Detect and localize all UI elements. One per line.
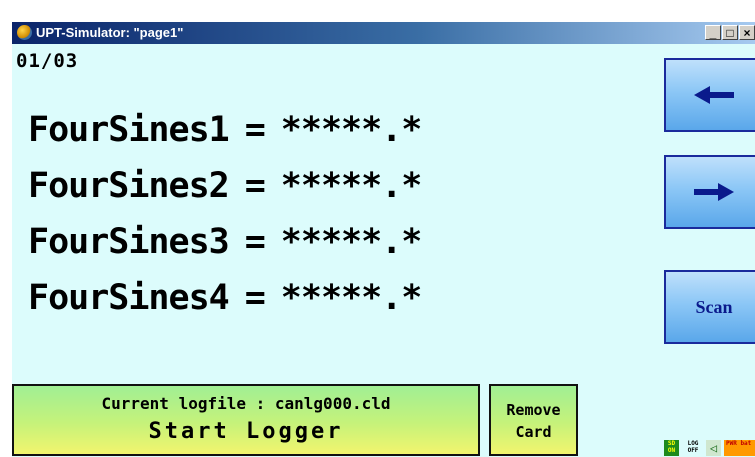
title-bar[interactable]: UPT-Simulator: "page1" _ □ ×	[12, 22, 755, 44]
minimize-button[interactable]: _	[705, 25, 721, 40]
current-logfile-text: Current logfile : canlg000.cld	[101, 394, 391, 413]
equals-sign: =	[244, 222, 266, 262]
variable-name: FourSines3	[28, 222, 230, 262]
start-logger-button[interactable]: Current logfile : canlg000.cld Start Log…	[12, 384, 480, 456]
variable-row: FourSines3 = *****.*	[28, 222, 423, 262]
variable-value: *****.*	[280, 278, 423, 318]
power-status-icon: PWR bat	[724, 440, 755, 456]
variable-value: *****.*	[280, 110, 423, 150]
variable-name: FourSines4	[28, 278, 230, 318]
remove-card-button[interactable]: Remove Card	[489, 384, 578, 456]
maximize-button[interactable]: □	[722, 25, 738, 40]
arrow-left-icon	[694, 86, 734, 104]
log-status-icon: LOG OFF	[687, 440, 699, 454]
display-screen: 01/03 FourSines1 = *****.* FourSines2 = ****…	[12, 44, 755, 457]
variable-row: FourSines4 = *****.*	[28, 278, 423, 318]
scan-button[interactable]: Scan	[664, 270, 755, 344]
next-page-button[interactable]	[664, 155, 755, 229]
start-logger-label: Start Logger	[148, 419, 344, 444]
scan-label: Scan	[695, 296, 733, 317]
remove-card-label-line1: Remove	[506, 401, 561, 419]
variable-value: *****.*	[280, 166, 423, 206]
variable-name: FourSines2	[28, 166, 230, 206]
simulator-window: UPT-Simulator: "page1" _ □ × 01/03 FourS…	[0, 0, 755, 457]
equals-sign: =	[244, 278, 266, 318]
app-globe-icon	[17, 25, 32, 40]
close-button[interactable]: ×	[739, 25, 755, 40]
page-counter: 01/03	[16, 50, 79, 72]
window-title: UPT-Simulator: "page1"	[36, 25, 184, 40]
equals-sign: =	[244, 110, 266, 150]
speaker-icon: ◁	[706, 440, 721, 456]
previous-page-button[interactable]	[664, 58, 755, 132]
remove-card-label-line2: Card	[515, 423, 552, 441]
variable-name: FourSines1	[28, 110, 230, 150]
variable-row: FourSines2 = *****.*	[28, 166, 423, 206]
sd-card-status-icon: SD ON	[664, 440, 679, 456]
variable-value: *****.*	[280, 222, 423, 262]
variable-row: FourSines1 = *****.*	[28, 110, 423, 150]
arrow-right-icon	[694, 183, 734, 201]
equals-sign: =	[244, 166, 266, 206]
